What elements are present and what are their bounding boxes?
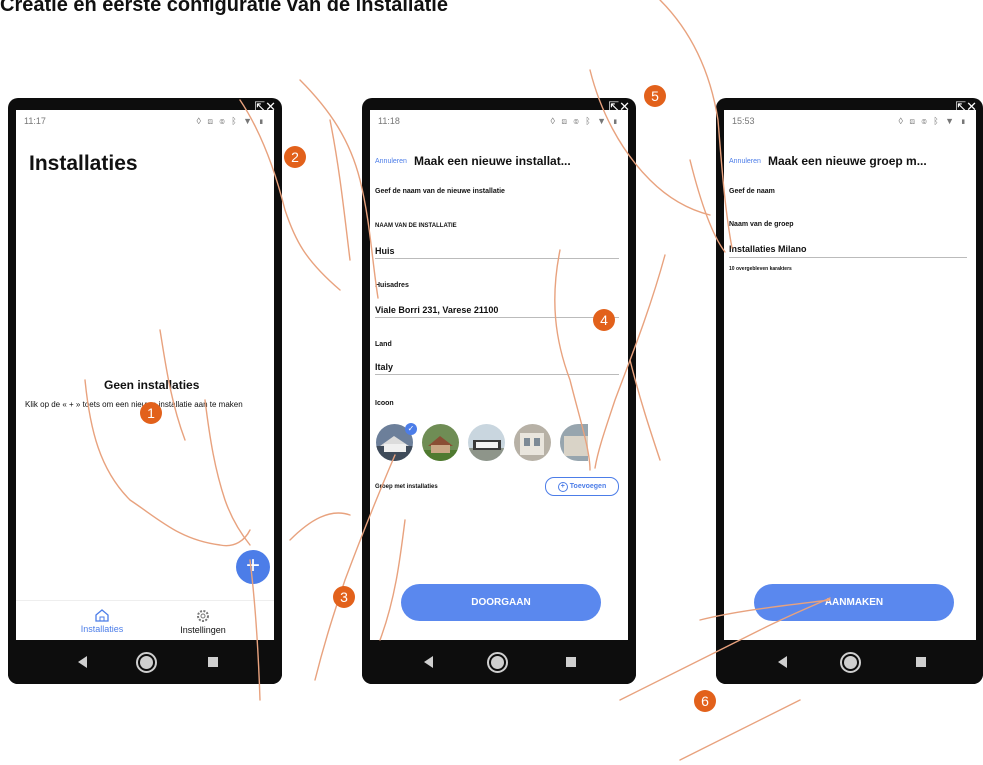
screen: 11:17 ◊ ▧ ◎ ᛒ ▼ ▮ Installaties Geen inst… (16, 110, 274, 641)
status-icons: ◊ ▧ ◎ ᛒ ▼ ▮ (196, 116, 266, 126)
recent-apps-icon[interactable] (566, 657, 576, 667)
char-count-hint: 10 overgebleven karakters (729, 266, 792, 272)
group-name-input[interactable]: Installaties Milano (729, 244, 807, 254)
screen-title: Installaties (29, 152, 138, 175)
bottom-tab-bar: Installaties Instellingen (16, 600, 274, 641)
tab-instellingen[interactable]: Instellingen (168, 609, 238, 635)
gear-icon (197, 610, 209, 622)
house-photo-icon (422, 424, 459, 461)
house-icon-option-4[interactable] (514, 424, 551, 461)
screen-title: Maak een nieuwe installat... (414, 154, 571, 168)
back-icon[interactable] (778, 656, 787, 668)
selected-check-icon: ✓ (405, 423, 417, 435)
plus-icon: + (557, 482, 568, 492)
phone-new-installation: ⇱✕ 11:18 ◊ ▧ ◎ ᛒ ▼ ▮ Annuleren Maak een … (362, 98, 636, 684)
group-name-label: Naam van de groep (729, 221, 794, 228)
address-label: Huisadres (375, 282, 409, 289)
address-input[interactable]: Viale Borri 231, Varese 21100 (375, 305, 498, 315)
country-label: Land (375, 341, 392, 348)
house-icon-option-2[interactable] (422, 424, 459, 461)
country-select[interactable]: Italy (375, 362, 393, 372)
system-nav-bar (362, 640, 636, 684)
name-underline (375, 258, 619, 259)
create-button[interactable]: AANMAKEN (754, 584, 954, 621)
status-icons: ◊ ▧ ◎ ᛒ ▼ ▮ (898, 116, 968, 126)
phone-installations-list: ⇱✕ 11:17 ◊ ▧ ◎ ᛒ ▼ ▮ Installaties Geen i… (8, 98, 282, 684)
house-photo-icon (468, 424, 505, 461)
status-time: 11:17 (24, 116, 46, 126)
recent-apps-icon[interactable] (916, 657, 926, 667)
add-group-button[interactable]: + Toevoegen (545, 477, 619, 496)
back-icon[interactable] (424, 656, 433, 668)
tab-label: Instellingen (180, 625, 226, 635)
status-icons: ◊ ▧ ◎ ᛒ ▼ ▮ (550, 116, 620, 126)
add-installation-button[interactable]: + (236, 550, 270, 584)
group-name-underline (729, 257, 967, 258)
empty-state-hint: Klik op de « + » toets om een nieuwe ins… (25, 400, 243, 409)
group-label: Groep met installaties (375, 484, 438, 490)
step-badge-3: 3 (333, 586, 355, 608)
screen: 15:53 ◊ ▧ ◎ ᛒ ▼ ▮ Annuleren Maak een nie… (724, 110, 976, 640)
home-button-icon[interactable] (840, 652, 861, 673)
name-label: NAAM VAN DE INSTALLATIE (375, 223, 457, 229)
home-icon (95, 609, 109, 622)
tab-label: Installaties (80, 624, 124, 634)
page-title: Creatie en eerste configuratie van de in… (0, 0, 448, 16)
address-underline (375, 317, 619, 318)
step-badge-1: 1 (140, 402, 162, 424)
recent-apps-icon[interactable] (208, 657, 218, 667)
system-nav-bar (8, 640, 282, 684)
screen-title: Maak een nieuwe groep m... (768, 154, 927, 168)
empty-state-title: Geen installaties (104, 378, 200, 392)
house-icon-option-5[interactable] (560, 424, 588, 461)
step-badge-5: 5 (644, 85, 666, 107)
system-nav-bar (716, 640, 983, 684)
step-badge-4: 4 (593, 309, 615, 331)
name-input[interactable]: Huis (375, 246, 395, 256)
form-subtitle: Geef de naam (729, 188, 775, 195)
home-button-icon[interactable] (136, 652, 157, 673)
step-badge-6: 6 (694, 690, 716, 712)
back-icon[interactable] (78, 656, 87, 668)
cancel-link[interactable]: Annuleren (729, 158, 761, 165)
form-subtitle: Geef de naam van de nieuwe installatie (375, 188, 505, 195)
status-time: 15:53 (732, 116, 755, 126)
home-button-icon[interactable] (487, 652, 508, 673)
step-badge-2: 2 (284, 146, 306, 168)
status-time: 11:18 (378, 116, 400, 126)
tab-installaties[interactable]: Installaties (72, 609, 132, 634)
continue-button[interactable]: DOORGAAN (401, 584, 601, 621)
add-button-label: Toevoegen (569, 483, 607, 490)
country-underline (375, 374, 619, 375)
house-photo-icon (560, 424, 588, 461)
cancel-link[interactable]: Annuleren (375, 158, 407, 165)
screen: 11:18 ◊ ▧ ◎ ᛒ ▼ ▮ Annuleren Maak een nie… (370, 110, 628, 640)
house-icon-option-3[interactable] (468, 424, 505, 461)
icon-label: Icoon (375, 400, 394, 407)
house-photo-icon (514, 424, 551, 461)
phone-new-group: ⇱✕ 15:53 ◊ ▧ ◎ ᛒ ▼ ▮ Annuleren Maak een … (716, 98, 983, 684)
